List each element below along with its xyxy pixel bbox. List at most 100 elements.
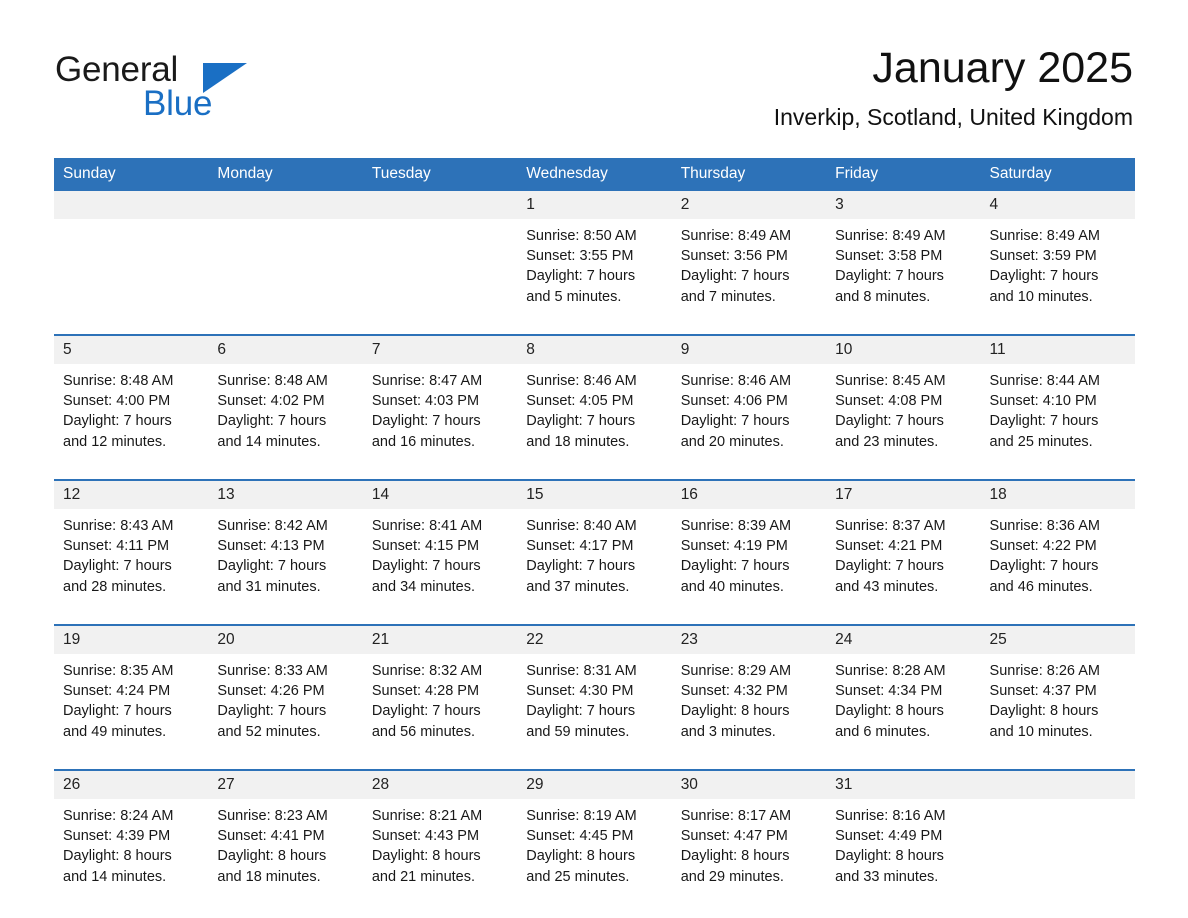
day-details: Sunrise: 8:48 AM Sunset: 4:02 PM Daylight:… [208, 364, 362, 463]
calendar-day-cell[interactable]: 23 Sunrise: 8:29 AM Sunset: 4:32 PM Dayligh… [671, 624, 827, 753]
daylight-duration-line1: Daylight: 7 hours [217, 413, 327, 430]
daylight-duration-line1: Daylight: 7 hours [835, 268, 944, 285]
day-details: Sunrise: 8:35 AM Sunset: 4:24 PM Daylight:… [54, 654, 208, 753]
daylight-duration-line2: and 37 minutes. [526, 578, 630, 595]
day-number: 7 [362, 336, 518, 364]
sunrise-time: Sunrise: 8:17 AM [680, 808, 792, 824]
day-details [981, 799, 1135, 898]
day-number: 10 [826, 336, 981, 364]
sunset-time: Sunset: 4:11 PM [63, 538, 170, 555]
day-details: Sunrise: 8:47 AM Sunset: 4:03 PM Daylight:… [363, 364, 517, 463]
day-number: 24 [826, 626, 981, 654]
calendar-day-cell[interactable]: 8 Sunrise: 8:46 AM Sunset: 4:05 PM Daylight… [517, 334, 672, 463]
sunrise-time: Sunrise: 8:48 AM [63, 373, 174, 389]
calendar-day-cell[interactable]: 16 Sunrise: 8:39 AM Sunset: 4:19 PM Dayligh… [671, 479, 827, 608]
daylight-duration-line1: Daylight: 8 hours [371, 848, 481, 865]
sunset-time: Sunset: 3:59 PM [989, 248, 1097, 265]
sunrise-time: Sunrise: 8:26 AM [989, 663, 1100, 679]
calendar-day-cell[interactable]: 30 Sunrise: 8:17 AM Sunset: 4:47 PM Dayligh… [671, 769, 827, 898]
sunset-time: Sunset: 4:49 PM [835, 828, 943, 845]
day-details: Sunrise: 8:28 AM Sunset: 4:34 PM Daylight:… [826, 654, 980, 753]
day-number: 25 [980, 626, 1135, 654]
sunset-time: Sunset: 4:32 PM [680, 683, 788, 700]
calendar-day-cell[interactable]: 6 Sunrise: 8:48 AM Sunset: 4:02 PM Daylight… [208, 334, 363, 463]
sunrise-time: Sunrise: 8:47 AM [371, 373, 483, 389]
day-number: 2 [671, 191, 827, 219]
calendar-day-cell[interactable]: 13 Sunrise: 8:42 AM Sunset: 4:13 PM Dayligh… [208, 479, 363, 608]
daylight-duration-line1: Daylight: 8 hours [217, 848, 327, 865]
daylight-duration-line1: Daylight: 7 hours [526, 703, 636, 720]
calendar-day-cell[interactable]: 26 Sunrise: 8:24 AM Sunset: 4:39 PM Dayligh… [54, 769, 209, 898]
daylight-duration-line2: and 12 minutes. [63, 433, 167, 450]
weekday-header-friday: Friday [826, 158, 981, 191]
sunrise-time: Sunrise: 8:46 AM [526, 373, 637, 389]
sunrise-time: Sunrise: 8:49 AM [989, 228, 1100, 244]
day-number [362, 191, 518, 219]
sunset-time: Sunset: 4:37 PM [989, 683, 1097, 700]
calendar-day-cell[interactable]: 14 Sunrise: 8:41 AM Sunset: 4:15 PM Dayligh… [362, 479, 518, 608]
calendar-day-cell[interactable]: 15 Sunrise: 8:40 AM Sunset: 4:17 PM Dayligh… [517, 479, 672, 608]
calendar-day-cell[interactable]: 10 Sunrise: 8:45 AM Sunset: 4:08 PM Dayligh… [826, 334, 981, 463]
calendar-day-cell[interactable]: 27 Sunrise: 8:23 AM Sunset: 4:41 PM Dayligh… [208, 769, 363, 898]
day-number: 1 [517, 191, 672, 219]
calendar-day-cell[interactable]: 1 Sunrise: 8:50 AM Sunset: 3:55 PM Daylight… [517, 191, 672, 318]
day-details: Sunrise: 8:42 AM Sunset: 4:13 PM Daylight:… [208, 509, 362, 608]
daylight-duration-line2: and 18 minutes. [526, 433, 630, 450]
calendar-day-cell[interactable]: 17 Sunrise: 8:37 AM Sunset: 4:21 PM Dayligh… [826, 479, 981, 608]
calendar-day-cell[interactable]: 4 Sunrise: 8:49 AM Sunset: 3:59 PM Daylight… [980, 191, 1135, 318]
week-spacer-cell [54, 608, 1135, 625]
sunset-time: Sunset: 3:56 PM [680, 248, 788, 265]
sunrise-time: Sunrise: 8:29 AM [680, 663, 792, 679]
sunrise-time: Sunrise: 8:42 AM [217, 518, 328, 534]
calendar-day-cell[interactable]: 22 Sunrise: 8:31 AM Sunset: 4:30 PM Dayligh… [517, 624, 672, 753]
day-number [54, 191, 209, 219]
calendar-day-cell[interactable]: 24 Sunrise: 8:28 AM Sunset: 4:34 PM Dayligh… [826, 624, 981, 753]
calendar-day-cell[interactable]: 3 Sunrise: 8:49 AM Sunset: 3:58 PM Daylight… [826, 191, 981, 318]
calendar-day-cell[interactable]: 28 Sunrise: 8:21 AM Sunset: 4:43 PM Dayligh… [362, 769, 518, 898]
calendar-day-cell[interactable]: 12 Sunrise: 8:43 AM Sunset: 4:11 PM Dayligh… [54, 479, 209, 608]
daylight-duration-line2: and 14 minutes. [217, 433, 321, 450]
calendar-day-cell[interactable]: 2 Sunrise: 8:49 AM Sunset: 3:56 PM Daylight… [671, 191, 827, 318]
calendar-day-cell[interactable]: 7 Sunrise: 8:47 AM Sunset: 4:03 PM Daylight… [362, 334, 518, 463]
daylight-duration-line1: Daylight: 8 hours [680, 848, 790, 865]
calendar-week-row: 19 Sunrise: 8:35 AM Sunset: 4:24 PM Dayligh… [54, 624, 1135, 753]
calendar-day-cell[interactable]: 19 Sunrise: 8:35 AM Sunset: 4:24 PM Dayligh… [54, 624, 209, 753]
daylight-duration-line2: and 5 minutes. [526, 288, 622, 305]
day-details: Sunrise: 8:23 AM Sunset: 4:41 PM Daylight:… [208, 799, 362, 898]
week-spacer [54, 318, 1135, 335]
calendar-day-cell-empty [208, 191, 363, 318]
calendar-day-cell-empty [980, 769, 1135, 898]
daylight-duration-line1: Daylight: 7 hours [63, 558, 172, 575]
sunrise-time: Sunrise: 8:43 AM [63, 518, 174, 534]
day-number: 12 [54, 481, 209, 509]
day-details: Sunrise: 8:16 AM Sunset: 4:49 PM Daylight:… [826, 799, 980, 898]
calendar-day-cell[interactable]: 20 Sunrise: 8:33 AM Sunset: 4:26 PM Dayligh… [208, 624, 363, 753]
day-number: 8 [517, 336, 672, 364]
day-number: 21 [362, 626, 518, 654]
day-details: Sunrise: 8:19 AM Sunset: 4:45 PM Daylight:… [517, 799, 671, 898]
day-number: 17 [826, 481, 981, 509]
day-details [54, 219, 208, 318]
calendar-day-cell[interactable]: 18 Sunrise: 8:36 AM Sunset: 4:22 PM Dayligh… [980, 479, 1135, 608]
day-number: 26 [54, 771, 209, 799]
generalblue-logo[interactable]: General Blue [55, 50, 415, 136]
page-title: January 2025 [872, 44, 1133, 92]
daylight-duration-line2: and 8 minutes. [835, 288, 931, 305]
daylight-duration-line2: and 25 minutes. [526, 868, 630, 885]
calendar-day-cell[interactable]: 31 Sunrise: 8:16 AM Sunset: 4:49 PM Dayligh… [826, 769, 981, 898]
day-details: Sunrise: 8:43 AM Sunset: 4:11 PM Daylight:… [54, 509, 208, 608]
sunset-time: Sunset: 4:13 PM [217, 538, 325, 555]
week-spacer [54, 753, 1135, 770]
sunrise-time: Sunrise: 8:49 AM [835, 228, 946, 244]
day-number: 27 [208, 771, 363, 799]
calendar-day-cell[interactable]: 29 Sunrise: 8:19 AM Sunset: 4:45 PM Dayligh… [517, 769, 672, 898]
calendar-day-cell[interactable]: 25 Sunrise: 8:26 AM Sunset: 4:37 PM Dayligh… [980, 624, 1135, 753]
calendar-day-cell[interactable]: 21 Sunrise: 8:32 AM Sunset: 4:28 PM Dayligh… [362, 624, 518, 753]
sunrise-time: Sunrise: 8:36 AM [989, 518, 1100, 534]
calendar-day-cell[interactable]: 11 Sunrise: 8:44 AM Sunset: 4:10 PM Dayligh… [980, 334, 1135, 463]
calendar-day-cell[interactable]: 9 Sunrise: 8:46 AM Sunset: 4:06 PM Daylight… [671, 334, 827, 463]
sunset-time: Sunset: 4:00 PM [63, 393, 171, 410]
calendar-day-cell[interactable]: 5 Sunrise: 8:48 AM Sunset: 4:00 PM Daylight… [54, 334, 209, 463]
daylight-duration-line1: Daylight: 7 hours [371, 413, 481, 430]
calendar-week-row: 26 Sunrise: 8:24 AM Sunset: 4:39 PM Dayligh… [54, 769, 1135, 898]
